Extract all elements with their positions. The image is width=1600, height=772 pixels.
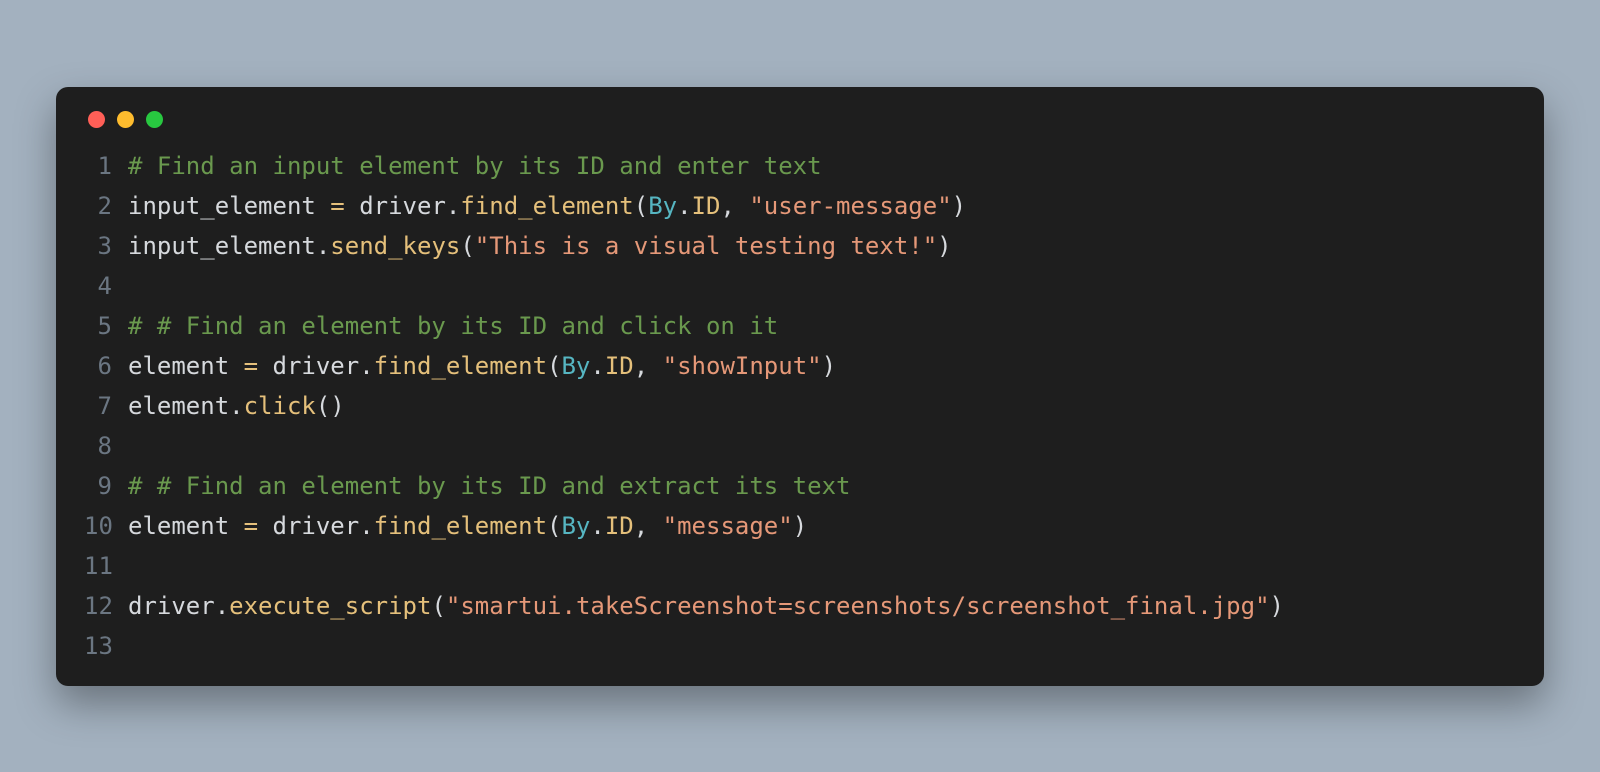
line-number: 11 bbox=[84, 546, 128, 586]
maximize-icon[interactable] bbox=[146, 111, 163, 128]
token: . bbox=[677, 192, 691, 220]
token: element bbox=[128, 512, 244, 540]
line-number: 1 bbox=[84, 146, 128, 186]
code-line[interactable]: 11 bbox=[84, 546, 1516, 586]
token: send_keys bbox=[330, 232, 460, 260]
token: driver. bbox=[128, 592, 229, 620]
window-controls bbox=[84, 111, 1516, 128]
token: ( bbox=[460, 232, 474, 260]
code-content: element.click() bbox=[128, 386, 345, 426]
token: # Find an input element by its ID and en… bbox=[128, 152, 822, 180]
token: # # Find an element by its ID and click … bbox=[128, 312, 778, 340]
line-number: 9 bbox=[84, 466, 128, 506]
token: element. bbox=[128, 392, 244, 420]
line-number: 2 bbox=[84, 186, 128, 226]
code-line[interactable]: 2input_element = driver.find_element(By.… bbox=[84, 186, 1516, 226]
token: execute_script bbox=[229, 592, 431, 620]
code-content: driver.execute_script("smartui.takeScree… bbox=[128, 586, 1284, 626]
code-line[interactable]: 4 bbox=[84, 266, 1516, 306]
code-content: # # Find an element by its ID and extrac… bbox=[128, 466, 850, 506]
token: , bbox=[720, 192, 749, 220]
line-number: 3 bbox=[84, 226, 128, 266]
line-number: 6 bbox=[84, 346, 128, 386]
code-content: input_element.send_keys("This is a visua… bbox=[128, 226, 952, 266]
token: By bbox=[561, 352, 590, 380]
token: ID bbox=[692, 192, 721, 220]
token: find_element bbox=[374, 512, 547, 540]
token: , bbox=[634, 352, 663, 380]
code-content: element = driver.find_element(By.ID, "sh… bbox=[128, 346, 836, 386]
token: () bbox=[316, 392, 345, 420]
token: click bbox=[244, 392, 316, 420]
token: By bbox=[561, 512, 590, 540]
token: ID bbox=[605, 352, 634, 380]
token: "showInput" bbox=[663, 352, 822, 380]
token: element bbox=[128, 352, 244, 380]
token: = bbox=[244, 512, 258, 540]
close-icon[interactable] bbox=[88, 111, 105, 128]
code-line[interactable]: 13 bbox=[84, 626, 1516, 666]
code-line[interactable]: 5# # Find an element by its ID and click… bbox=[84, 306, 1516, 346]
token: find_element bbox=[374, 352, 547, 380]
token: ( bbox=[547, 512, 561, 540]
token: driver. bbox=[258, 352, 374, 380]
code-content: element = driver.find_element(By.ID, "me… bbox=[128, 506, 807, 546]
token: driver. bbox=[345, 192, 461, 220]
token: ) bbox=[822, 352, 836, 380]
token: , bbox=[634, 512, 663, 540]
code-line[interactable]: 6element = driver.find_element(By.ID, "s… bbox=[84, 346, 1516, 386]
code-editor[interactable]: 1# Find an input element by its ID and e… bbox=[84, 146, 1516, 666]
token: ) bbox=[952, 192, 966, 220]
line-number: 12 bbox=[84, 586, 128, 626]
line-number: 5 bbox=[84, 306, 128, 346]
token: find_element bbox=[460, 192, 633, 220]
token: "message" bbox=[663, 512, 793, 540]
token: ) bbox=[793, 512, 807, 540]
token: driver. bbox=[258, 512, 374, 540]
token: = bbox=[330, 192, 344, 220]
token: ) bbox=[1270, 592, 1284, 620]
token: "smartui.takeScreenshot=screenshots/scre… bbox=[446, 592, 1270, 620]
token: "user-message" bbox=[749, 192, 951, 220]
token: # # Find an element by its ID and extrac… bbox=[128, 472, 850, 500]
line-number: 10 bbox=[84, 506, 128, 546]
code-content: input_element = driver.find_element(By.I… bbox=[128, 186, 966, 226]
code-line[interactable]: 12driver.execute_script("smartui.takeScr… bbox=[84, 586, 1516, 626]
line-number: 13 bbox=[84, 626, 128, 666]
token: = bbox=[244, 352, 258, 380]
token: . bbox=[590, 352, 604, 380]
minimize-icon[interactable] bbox=[117, 111, 134, 128]
code-editor-window: 1# Find an input element by its ID and e… bbox=[56, 87, 1544, 686]
code-line[interactable]: 3input_element.send_keys("This is a visu… bbox=[84, 226, 1516, 266]
token: By bbox=[648, 192, 677, 220]
token: input_element bbox=[128, 192, 330, 220]
code-content: # Find an input element by its ID and en… bbox=[128, 146, 822, 186]
code-line[interactable]: 7element.click() bbox=[84, 386, 1516, 426]
token: ) bbox=[937, 232, 951, 260]
code-line[interactable]: 8 bbox=[84, 426, 1516, 466]
line-number: 4 bbox=[84, 266, 128, 306]
token: ID bbox=[605, 512, 634, 540]
code-line[interactable]: 10element = driver.find_element(By.ID, "… bbox=[84, 506, 1516, 546]
token: ( bbox=[547, 352, 561, 380]
token: ( bbox=[634, 192, 648, 220]
code-line[interactable]: 9# # Find an element by its ID and extra… bbox=[84, 466, 1516, 506]
token: input_element. bbox=[128, 232, 330, 260]
token: ( bbox=[431, 592, 445, 620]
token: "This is a visual testing text!" bbox=[475, 232, 937, 260]
line-number: 7 bbox=[84, 386, 128, 426]
code-content: # # Find an element by its ID and click … bbox=[128, 306, 778, 346]
line-number: 8 bbox=[84, 426, 128, 466]
code-line[interactable]: 1# Find an input element by its ID and e… bbox=[84, 146, 1516, 186]
token: . bbox=[590, 512, 604, 540]
